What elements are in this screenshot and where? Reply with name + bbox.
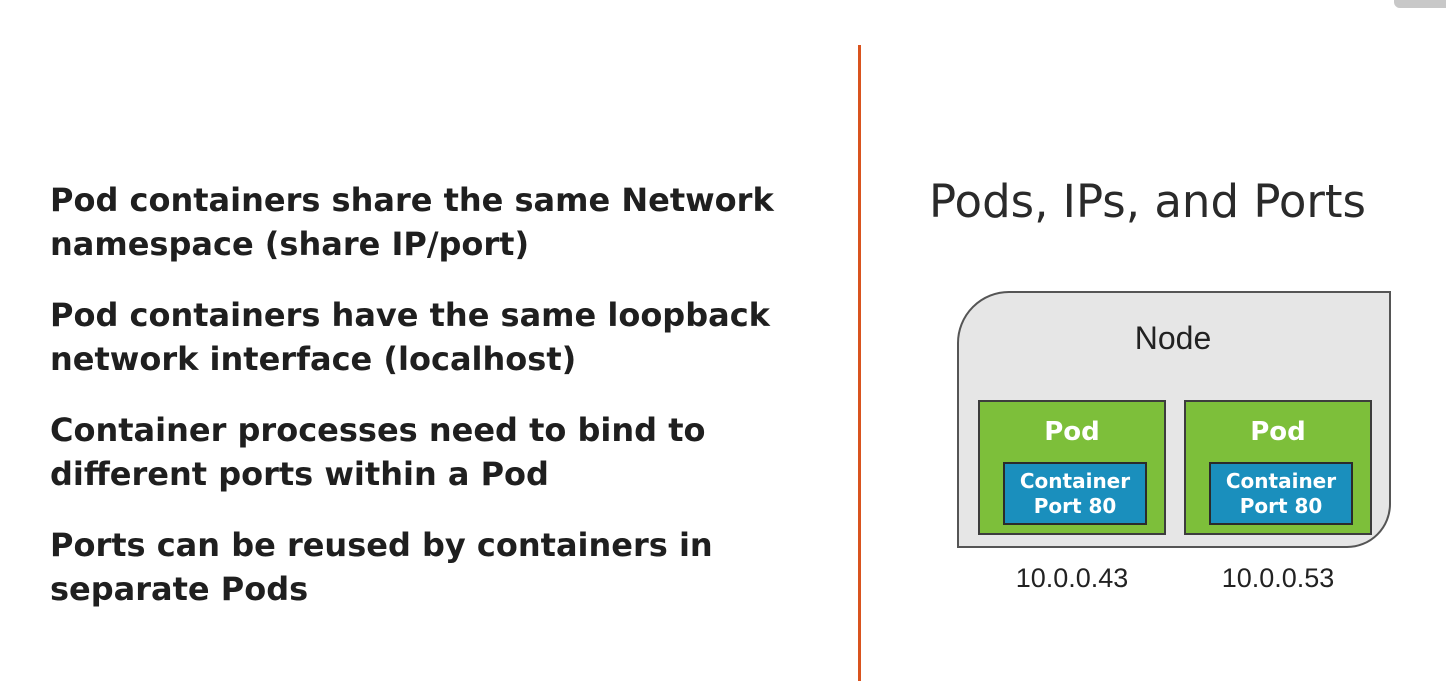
bullet-line: Pod containers share the same Network	[50, 181, 774, 219]
bullet-line: namespace (share IP/port)	[50, 225, 530, 263]
bullet-line: Ports can be reused by containers in	[50, 526, 713, 564]
pod-box-1: Pod Container Port 80	[978, 400, 1166, 535]
vertical-divider	[858, 45, 861, 681]
bullet-line: network interface (localhost)	[50, 340, 577, 378]
container-box: Container Port 80	[1209, 462, 1353, 525]
node-label: Node	[1134, 320, 1212, 356]
pod-ip-2: 10.0.0.53	[1221, 563, 1335, 593]
bullet-item: Container processes need to bind to diff…	[50, 408, 830, 496]
container-label: Container	[1225, 469, 1337, 493]
pod-ip-1: 10.0.0.43	[1015, 563, 1129, 593]
pod-label: Pod	[1250, 417, 1306, 447]
bullet-line: Container processes need to bind to	[50, 411, 706, 449]
container-port-label: Port 80	[1033, 494, 1117, 518]
bullet-line: different ports within a Pod	[50, 455, 549, 493]
corner-tab	[1394, 0, 1446, 8]
bullet-item: Pod containers have the same loopback ne…	[50, 293, 830, 381]
container-port-label: Port 80	[1239, 494, 1323, 518]
bullet-item: Pod containers share the same Network na…	[50, 178, 830, 266]
pod-label: Pod	[1044, 417, 1100, 447]
slide: Pod containers share the same Network na…	[0, 0, 1446, 681]
container-box: Container Port 80	[1003, 462, 1147, 525]
bullet-line: Pod containers have the same loopback	[50, 296, 770, 334]
bullet-item: Ports can be reused by containers in sep…	[50, 523, 830, 611]
bullet-line: separate Pods	[50, 570, 309, 608]
pod-box-2: Pod Container Port 80	[1184, 400, 1372, 535]
slide-title: Pods, IPs, and Ports	[929, 175, 1366, 228]
bullet-list: Pod containers share the same Network na…	[50, 178, 830, 638]
container-label: Container	[1019, 469, 1131, 493]
